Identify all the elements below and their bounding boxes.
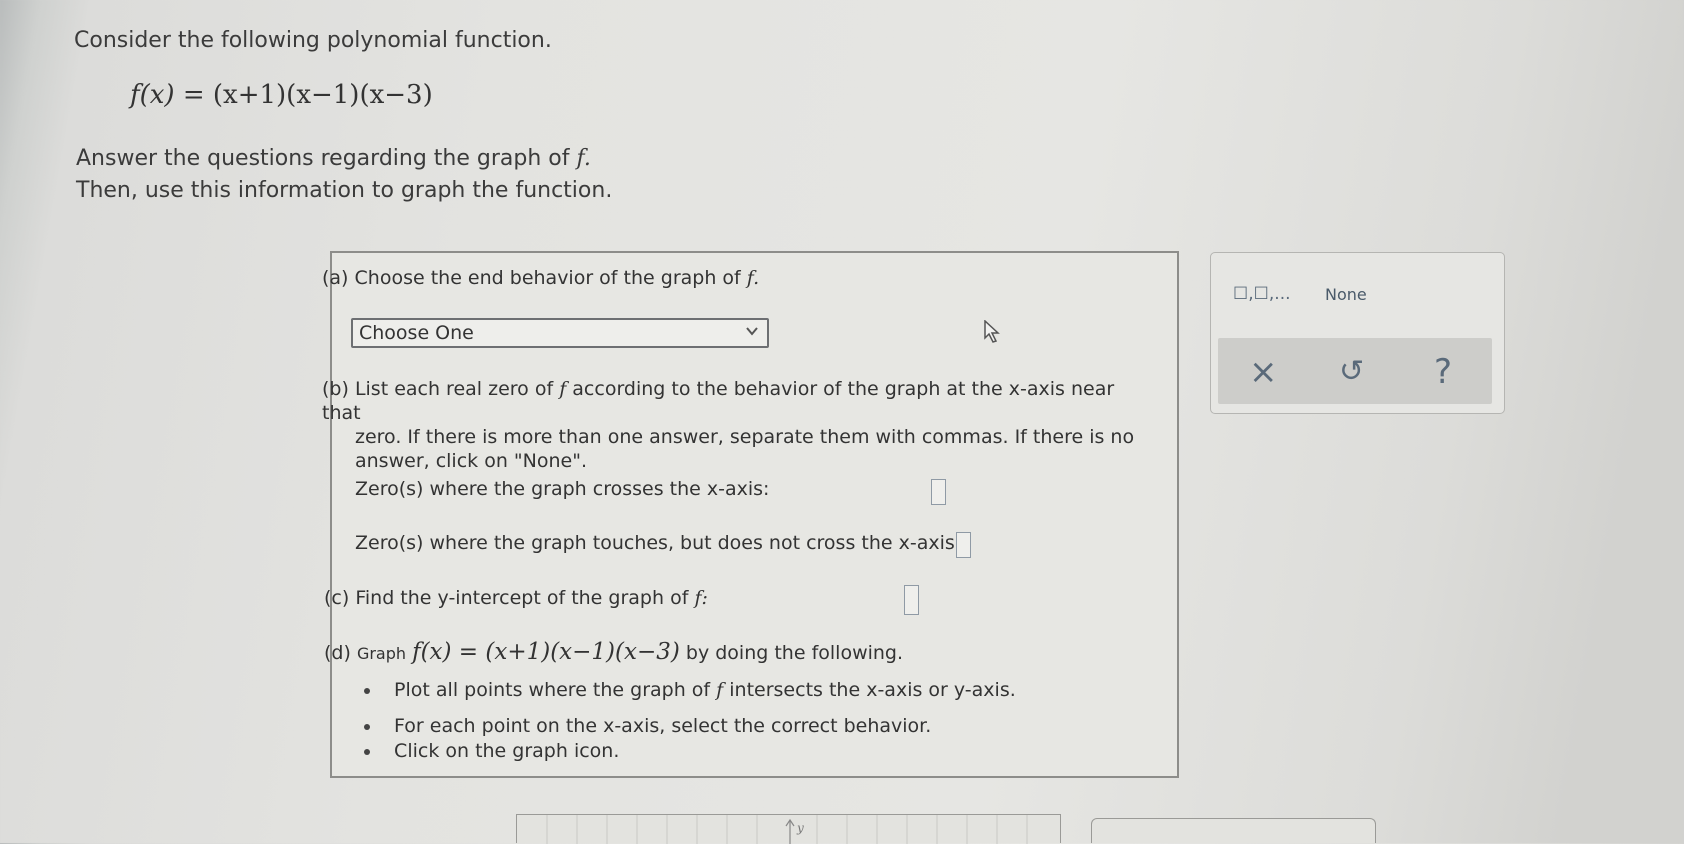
crosses-zero-input[interactable] [931,479,946,505]
help-icon[interactable]: ? [1434,352,1452,392]
undo-icon[interactable]: ↺ [1339,354,1364,389]
instruction-item: Click on the graph icon. [364,740,619,762]
part-b-text-3: answer, click on "None". [355,450,587,472]
part-b-text-1: List each real zero of [354,378,554,400]
function-rhs: = (x+1)(x−1)(x−3) [182,80,433,110]
part-a-prompt: (a) Choose the end behavior of the graph… [322,267,759,289]
y-intercept-input[interactable] [904,585,919,615]
part-d-prompt: (d) Graph f(x) = (x+1)(x−1)(x−3) by doin… [324,639,903,665]
mouse-cursor-icon [984,319,1002,348]
end-behavior-dropdown[interactable]: Choose One [351,318,769,348]
none-button[interactable]: None [1325,285,1367,304]
bullet-icon [364,687,370,694]
graph-y-axis-label: y [797,821,804,835]
part-a-text: Choose the end behavior of the graph of [354,267,741,289]
part-d-text-post: by doing the following. [685,642,904,664]
intro-line-2-var: f. [576,146,591,171]
touches-label: Zero(s) where the graph touches, but doe… [355,532,961,554]
intro-line-3: Then, use this information to graph the … [76,178,613,203]
instruction-item: Plot all points where the graph of f int… [364,679,1016,701]
part-c-text: Find the [355,587,432,609]
part-b-label: (b) [322,378,349,400]
part-d-label: (d) [324,642,351,664]
part-c-var: f: [694,587,708,609]
touches-label-axis: x-axis: [898,532,962,554]
list-template-button[interactable]: ☐,☐,... [1233,284,1291,304]
intro-line-2-text: Answer the questions regarding the graph… [76,146,570,171]
crosses-label-text: Zero(s) where the graph crosses the [355,478,701,500]
crosses-label: Zero(s) where the graph crosses the x-ax… [355,478,769,500]
part-b-prompt: (b) List each real zero of f according t… [322,377,1142,473]
touches-label-text: Zero(s) where the graph touches, but doe… [355,532,893,554]
intro-line-2: Answer the questions regarding the graph… [76,146,591,171]
function-equation: f(x) = (x+1)(x−1)(x−3) [130,80,433,110]
graph-tools-panel [1091,818,1376,843]
bullet-icon [364,748,370,755]
part-c-axis: y-intercept of the graph of [437,587,689,609]
graph-area[interactable]: y [516,814,1061,844]
bullet-icon [364,723,370,730]
part-a-var: f. [746,267,760,289]
part-d-equation: f(x) = (x+1)(x−1)(x−3) [412,639,680,665]
part-c-label: (c) [324,587,350,609]
end-behavior-dropdown-value: Choose One [359,322,474,344]
part-b-var-f: f [559,378,567,400]
part-d-text: Graph [356,644,407,663]
part-b-text-2: zero. If there is more than one answer, … [355,426,1135,448]
clear-icon[interactable]: × [1249,352,1278,392]
chevron-down-icon [745,324,759,342]
part-c-prompt: (c) Find the y-intercept of the graph of… [324,587,708,609]
function-lhs: f(x) [130,80,175,110]
crosses-label-axis: x-axis: [706,478,770,500]
touches-zero-input[interactable] [956,532,971,558]
part-a-label: (a) [322,267,349,289]
intro-line-1: Consider the following polynomial functi… [74,28,552,53]
part-b-text-1b: according to the behavior of the graph a… [572,378,1003,400]
instruction-item: For each point on the x-axis, select the… [364,715,931,737]
